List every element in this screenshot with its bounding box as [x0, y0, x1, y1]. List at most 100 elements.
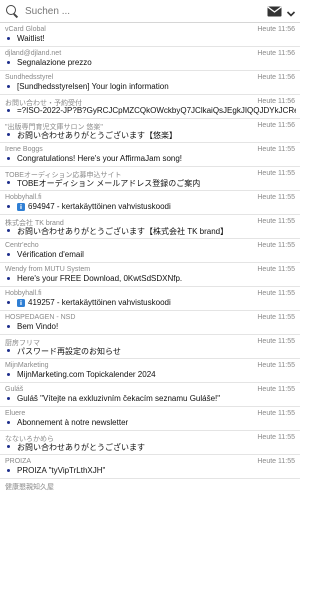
list-item[interactable]: HOSPEDAGEN - NSD Heute 11:55 Bem Vindo!	[0, 311, 300, 335]
timestamp: Heute 11:55	[257, 386, 295, 393]
list-item[interactable]: お問い合わせ・予約受付 Heute 11:56 =?ISO-2022-JP?B?…	[0, 95, 300, 119]
subject: お問い合わせありがとうございます【悠楽】	[17, 131, 177, 140]
sender-name: PROIZA	[5, 458, 32, 465]
list-item[interactable]: 株式会社 TK brand Heute 11:55 お問い合わせありがとうござい…	[0, 215, 300, 239]
list-item[interactable]: MijnMarketing Heute 11:55 MijnMarketing.…	[0, 359, 300, 383]
list-item[interactable]: Sundhedsstyrel Heute 11:56 [Sundhedsstyr…	[0, 71, 300, 95]
subject: PROIZA "tyVipTrLthXJH"	[17, 466, 106, 475]
unread-dot-icon	[7, 157, 10, 160]
timestamp: Heute 11:55	[257, 242, 295, 249]
list-item[interactable]: 厨房フリマ Heute 11:55 パスワード再設定のお知らせ	[0, 335, 300, 359]
unread-dot-icon	[7, 277, 10, 280]
unread-dot-icon	[7, 61, 10, 64]
unread-dot-icon	[7, 253, 10, 256]
timestamp: Heute 11:56	[257, 122, 295, 129]
timestamp: Heute 11:55	[257, 290, 295, 297]
message-list: vCard Global Heute 11:56 Waitlist! djlan…	[0, 23, 300, 493]
timestamp: Heute 11:55	[257, 362, 295, 369]
info-icon: i	[17, 299, 25, 307]
subject: パスワード再設定のお知らせ	[17, 347, 121, 356]
sender-name: HOSPEDAGEN - NSD	[5, 314, 76, 321]
timestamp: Heute 11:56	[257, 98, 295, 105]
subject: Waitlist!	[17, 34, 45, 43]
info-icon: i	[17, 203, 25, 211]
unread-dot-icon	[7, 469, 10, 472]
unread-dot-icon	[7, 133, 10, 136]
list-item[interactable]: Hobbyhall.fi Heute 11:55 i 694947 - kerta…	[0, 191, 300, 215]
unread-dot-icon	[7, 445, 10, 448]
list-item[interactable]: なないろかめら Heute 11:55 お問い合わせありがとうございます	[0, 431, 300, 455]
list-item[interactable]: PROIZA Heute 11:55 PROIZA "tyVipTrLthXJH…	[0, 455, 300, 479]
sender-name: Hobbyhall.fi	[5, 194, 42, 201]
list-item[interactable]: vCard Global Heute 11:56 Waitlist!	[0, 23, 300, 47]
sender-name: Irene Boggs	[5, 146, 43, 153]
sender-name: Centr'echo	[5, 242, 39, 249]
sender-name: MijnMarketing	[5, 362, 49, 369]
timestamp: Heute 11:56	[257, 74, 295, 81]
timestamp: Heute 11:55	[257, 194, 295, 201]
subject: Vérification d'email	[17, 250, 84, 259]
subject: 694947 - kertakäyttöinen vahvistuskoodi	[28, 202, 171, 211]
unread-dot-icon	[7, 37, 10, 40]
sender-name: Hobbyhall.fi	[5, 290, 42, 297]
subject-with-badge: i 419257 - kertakäyttöinen vahvistuskoodi	[17, 298, 296, 307]
sender-name: 健康懇親知久屋	[5, 484, 54, 491]
sender-name: Wendy from MUTU System	[5, 266, 91, 273]
subject: [Sundhedsstyrelsen] Your login informati…	[17, 82, 169, 91]
search-input[interactable]	[25, 2, 267, 20]
unread-dot-icon	[7, 421, 10, 424]
unread-dot-icon	[7, 181, 10, 184]
subject: お問い合わせありがとうございます【株式会社 TK brand】	[17, 227, 229, 236]
list-item[interactable]: djland@djland.net Heute 11:56 Segnalazio…	[0, 47, 300, 71]
subject: お問い合わせありがとうございます	[17, 443, 145, 452]
sender-name: vCard Global	[5, 26, 46, 33]
unread-dot-icon	[7, 205, 10, 208]
chevron-down-icon[interactable]	[286, 6, 296, 17]
list-item-partial[interactable]: 健康懇親知久屋	[0, 479, 300, 493]
unread-dot-icon	[7, 325, 10, 328]
timestamp: Heute 11:55	[257, 266, 295, 273]
subject: 419257 - kertakäyttöinen vahvistuskoodi	[28, 298, 171, 307]
subject: MijnMarketing.com Topickalender 2024	[17, 370, 156, 379]
timestamp: Heute 11:56	[257, 26, 295, 33]
unread-dot-icon	[7, 373, 10, 376]
unread-dot-icon	[7, 301, 10, 304]
search-icon[interactable]	[5, 4, 19, 18]
subject: Bem Vindo!	[17, 322, 59, 331]
unread-dot-icon	[7, 229, 10, 232]
subject: Guláš "Vítejte na exkluzivním čekacím se…	[17, 394, 221, 403]
unread-dot-icon	[7, 109, 10, 112]
subject: Abonnement à notre newsletter	[17, 418, 129, 427]
unread-dot-icon	[7, 397, 10, 400]
timestamp: Heute 11:55	[257, 338, 295, 345]
list-item[interactable]: Guláš Heute 11:55 Guláš "Vítejte na exkl…	[0, 383, 300, 407]
sender-name: Guláš	[5, 386, 24, 393]
subject-with-badge: i 694947 - kertakäyttöinen vahvistuskoodi	[17, 202, 296, 211]
search-bar	[0, 0, 300, 23]
list-item[interactable]: Centr'echo Heute 11:55 Vérification d'em…	[0, 239, 300, 263]
timestamp: Heute 11:55	[257, 314, 295, 321]
subject: Here's your FREE Download, 0KwtSdSDXNfp.	[17, 274, 183, 283]
unread-dot-icon	[7, 349, 10, 352]
unread-dot-icon	[7, 85, 10, 88]
list-item[interactable]: Hobbyhall.fi Heute 11:55 i 419257 - kerta…	[0, 287, 300, 311]
sender-name: Sundhedsstyrel	[5, 74, 54, 81]
subject: Segnalazione prezzo	[17, 58, 92, 67]
timestamp: Heute 11:56	[257, 50, 295, 57]
timestamp: Heute 11:55	[257, 458, 295, 465]
list-item[interactable]: TOBEオーディション応募申込サイト Heute 11:55 TOBEオーディシ…	[0, 167, 300, 191]
subject: Congratulations! Here's your AffirmaJam …	[17, 154, 183, 163]
timestamp: Heute 11:55	[257, 146, 295, 153]
list-item[interactable]: Wendy from MUTU System Heute 11:55 Here'…	[0, 263, 300, 287]
list-item[interactable]: Irene Boggs Heute 11:55 Congratulations!…	[0, 143, 300, 167]
list-item[interactable]: Eluere Heute 11:55 Abonnement à notre ne…	[0, 407, 300, 431]
list-item[interactable]: "出版専門育児文庫サロン 悠楽" Heute 11:56 お問い合わせありがとう…	[0, 119, 300, 143]
sender-name: Eluere	[5, 410, 26, 417]
sender-name: djland@djland.net	[5, 50, 62, 57]
subject: =?ISO-2022-JP?B?GyRCJCpMZCQkOWckbyQ7JClk…	[17, 106, 296, 115]
timestamp: Heute 11:55	[257, 410, 295, 417]
timestamp: Heute 11:55	[257, 218, 295, 225]
timestamp: Heute 11:55	[257, 170, 295, 177]
envelope-icon[interactable]	[267, 5, 282, 17]
timestamp: Heute 11:55	[257, 434, 295, 441]
